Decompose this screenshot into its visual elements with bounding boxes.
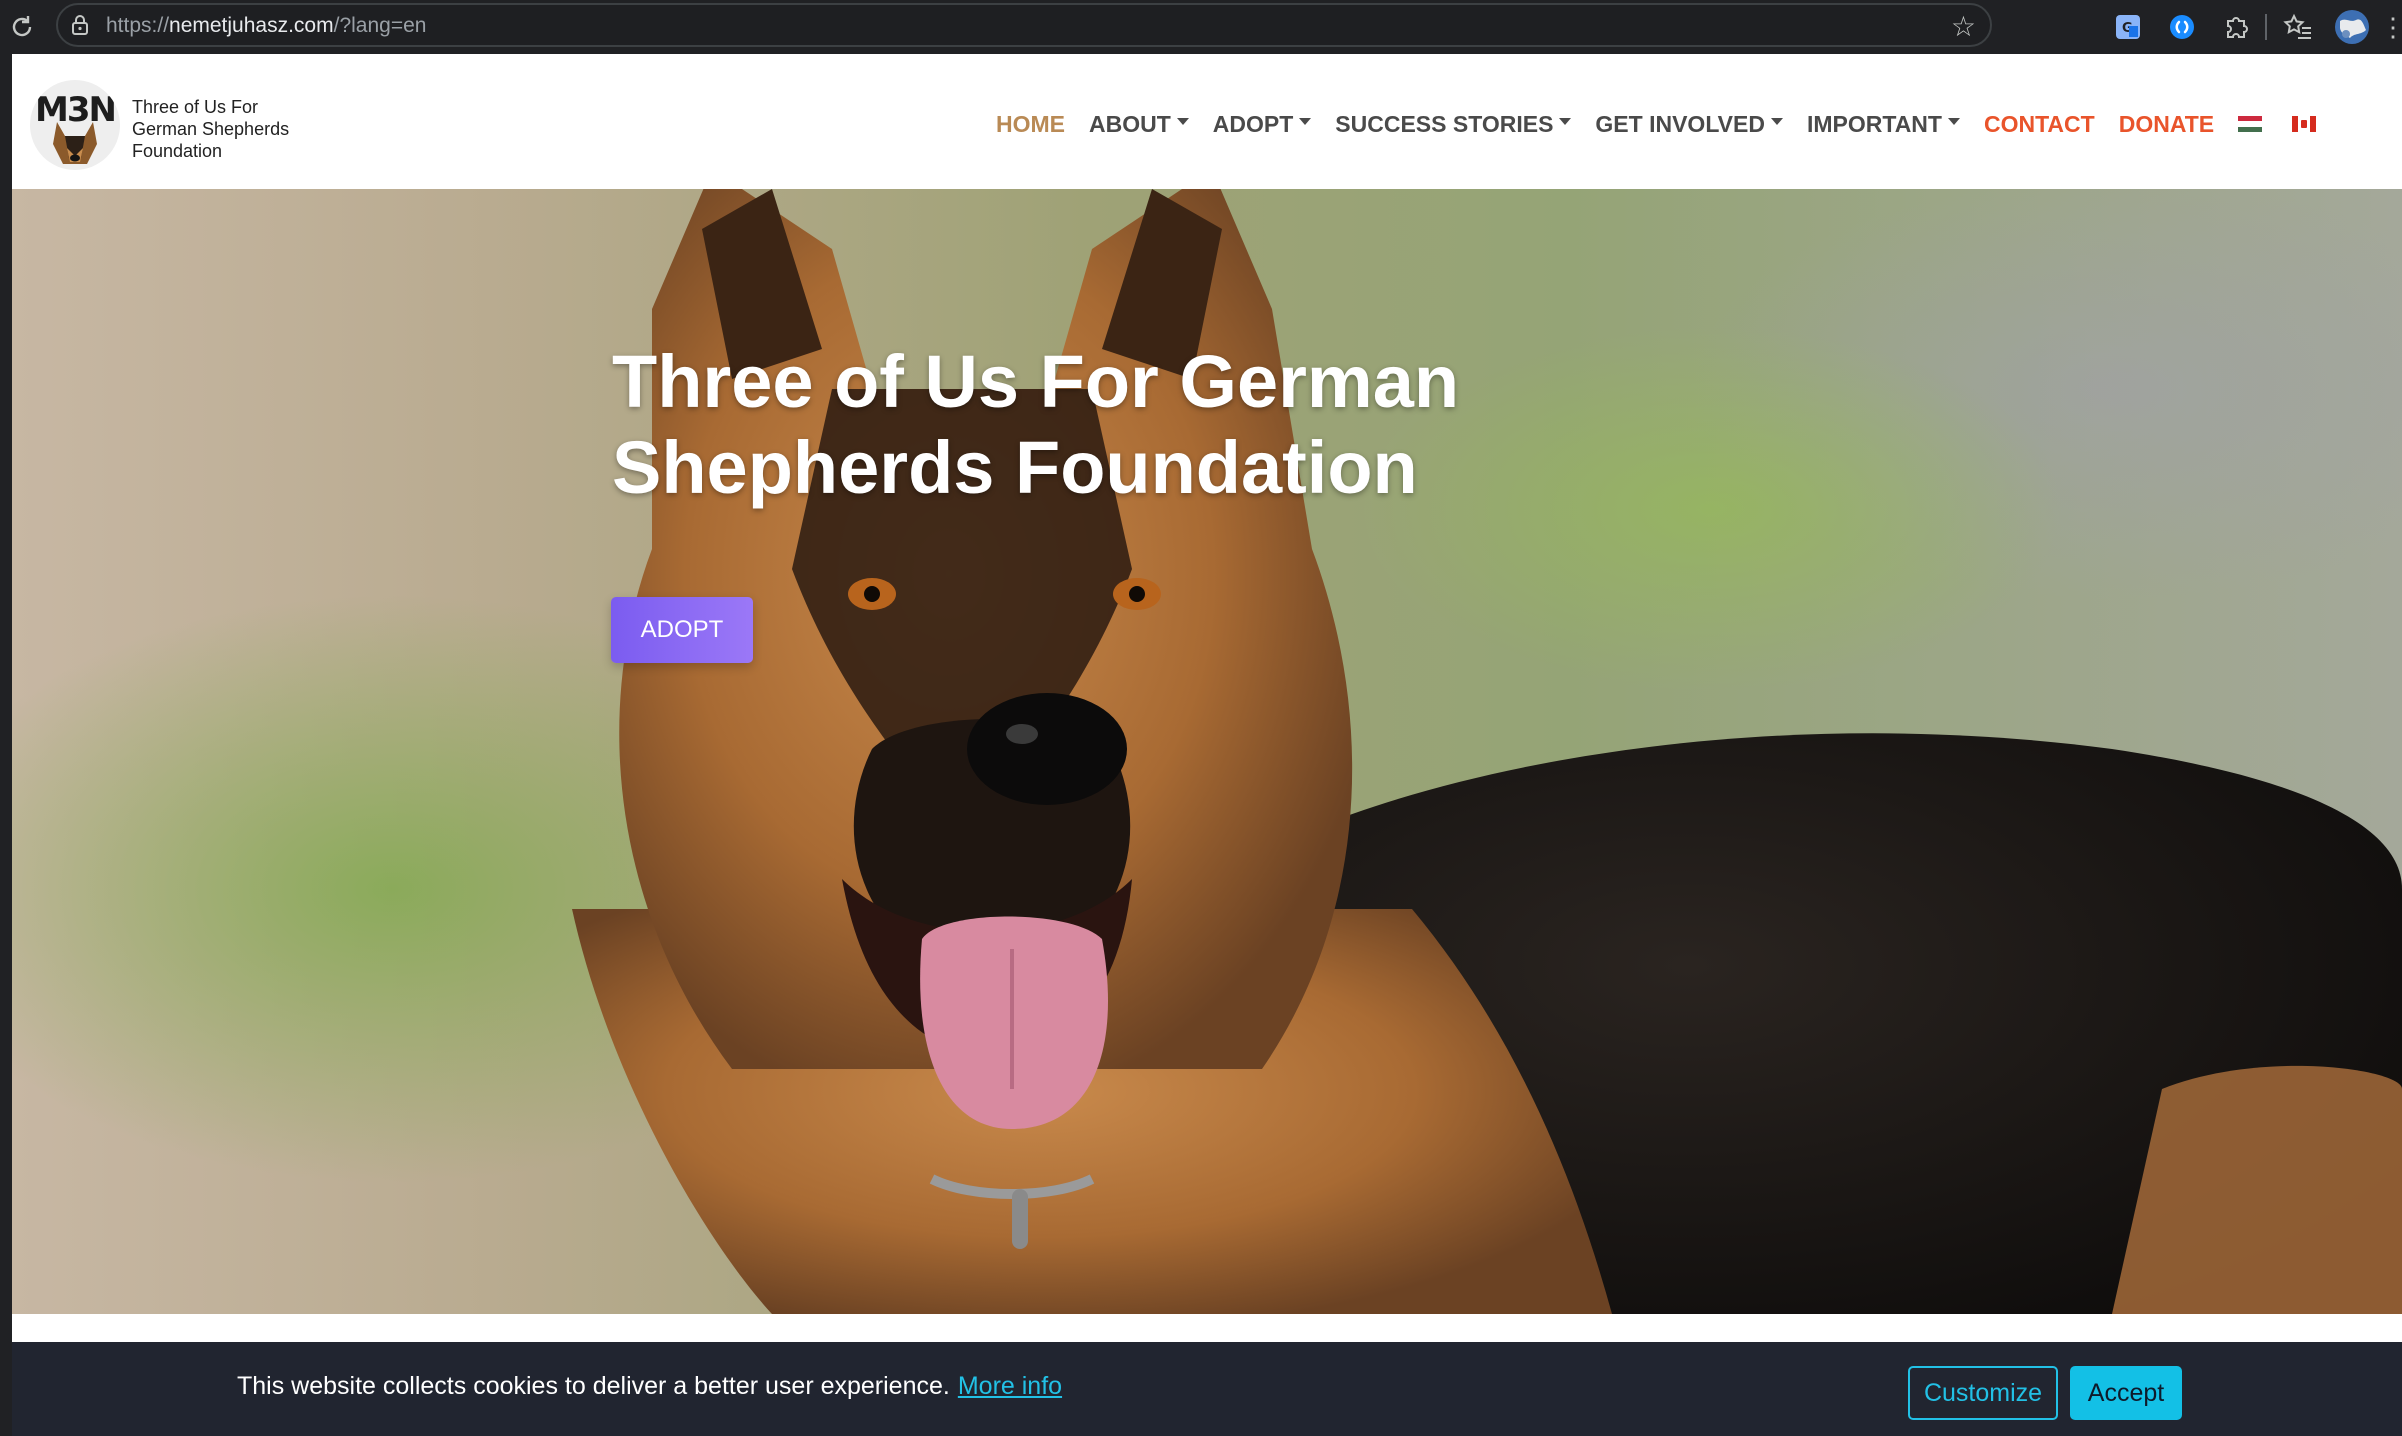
hero-title: Three of Us For German Shepherds Foundat… [612, 339, 1512, 511]
browser-toolbar: https://nemetjuhasz.com/?lang=en ☆ G ⋮ [0, 0, 2402, 54]
address-url[interactable]: https://nemetjuhasz.com/?lang=en [106, 14, 426, 38]
nav-home-label: HOME [996, 110, 1065, 137]
main-nav: HOME ABOUT ADOPT SUCCESS STORIES GET INV… [996, 107, 2346, 141]
more-menu-icon[interactable]: ⋮ [2380, 9, 2402, 45]
logo-text[interactable]: Three of Us For German Shepherds Foundat… [132, 96, 352, 162]
url-scheme: https:// [106, 14, 170, 37]
hungarian-flag-icon[interactable] [2238, 116, 2263, 132]
lock-icon[interactable] [68, 13, 92, 37]
nav-success-stories-label: SUCCESS STORIES [1335, 110, 1554, 137]
nav-important-label: IMPORTANT [1806, 110, 1942, 137]
shazam-icon[interactable] [2164, 9, 2200, 45]
nav-get-involved-label: GET INVOLVED [1595, 110, 1765, 137]
nav-donate-label: DONATE [2118, 110, 2215, 137]
extensions-puzzle-icon[interactable] [2218, 9, 2254, 45]
url-path: /?lang=en [333, 14, 427, 37]
nav-adopt-label: ADOPT [1212, 110, 1294, 137]
hero-banner: Three of Us For German Shepherds Foundat… [12, 189, 2402, 1314]
nav-home[interactable]: HOME [996, 111, 1065, 138]
hero-title-line-2: Shepherds Foundation [612, 426, 1418, 509]
logo-line-1: Three of Us For [132, 97, 259, 117]
nav-donate[interactable]: DONATE [2119, 111, 2214, 138]
site-navbar: M3N Three of Us For German Shepherds Fou… [12, 54, 2402, 189]
dog-logo-icon [53, 122, 97, 164]
url-host: nemetjuhasz.com [169, 14, 334, 37]
accept-button[interactable]: Accept [2070, 1366, 2182, 1420]
caret-down-icon [1176, 117, 1189, 125]
cookie-consent-bar: This website collects cookies to deliver… [12, 1342, 2402, 1436]
hero-adopt-button[interactable]: ADOPT [611, 597, 753, 663]
address-bar[interactable]: https://nemetjuhasz.com/?lang=en ☆ [56, 3, 1992, 47]
web-page: M3N Three of Us For German Shepherds Fou… [12, 54, 2402, 1436]
cookie-text: This website collects cookies to deliver… [237, 1372, 950, 1400]
customize-button[interactable]: Customize [1908, 1366, 2058, 1420]
toolbar-divider [2265, 14, 2267, 40]
nav-about[interactable]: ABOUT [1089, 111, 1189, 138]
logo-line-3: Foundation [132, 141, 223, 161]
profile-avatar-icon[interactable] [2334, 9, 2370, 45]
nav-contact[interactable]: CONTACT [1984, 111, 2095, 138]
nav-success-stories[interactable]: SUCCESS STORIES [1335, 110, 1572, 138]
hero-title-line-1: Three of Us For German [612, 340, 1460, 423]
nav-about-label: ABOUT [1089, 110, 1171, 137]
favorites-icon[interactable] [2280, 9, 2316, 45]
translate-icon[interactable]: G [2110, 9, 2146, 45]
nav-important[interactable]: IMPORTANT [1807, 111, 1960, 138]
logo-badge[interactable]: M3N [30, 80, 120, 170]
reload-icon[interactable] [6, 11, 38, 43]
caret-down-icon [1770, 117, 1783, 125]
cookie-message: This website collects cookies to deliver… [237, 1372, 1062, 1401]
logo-line-2: German Shepherds [132, 119, 290, 139]
caret-down-icon [1299, 117, 1312, 125]
caret-down-icon [1559, 117, 1572, 125]
nav-adopt[interactable]: ADOPT [1213, 111, 1312, 138]
page-content-edge [12, 1314, 2402, 1342]
nav-get-involved[interactable]: GET INVOLVED [1595, 111, 1783, 138]
canadian-flag-icon[interactable] [2292, 116, 2317, 132]
nav-contact-label: CONTACT [1983, 110, 2095, 137]
caret-down-icon [1947, 117, 1960, 125]
more-info-link[interactable]: More info [958, 1372, 1062, 1400]
browser-left-edge [0, 54, 12, 1436]
bookmark-star-icon[interactable]: ☆ [1951, 10, 1976, 43]
